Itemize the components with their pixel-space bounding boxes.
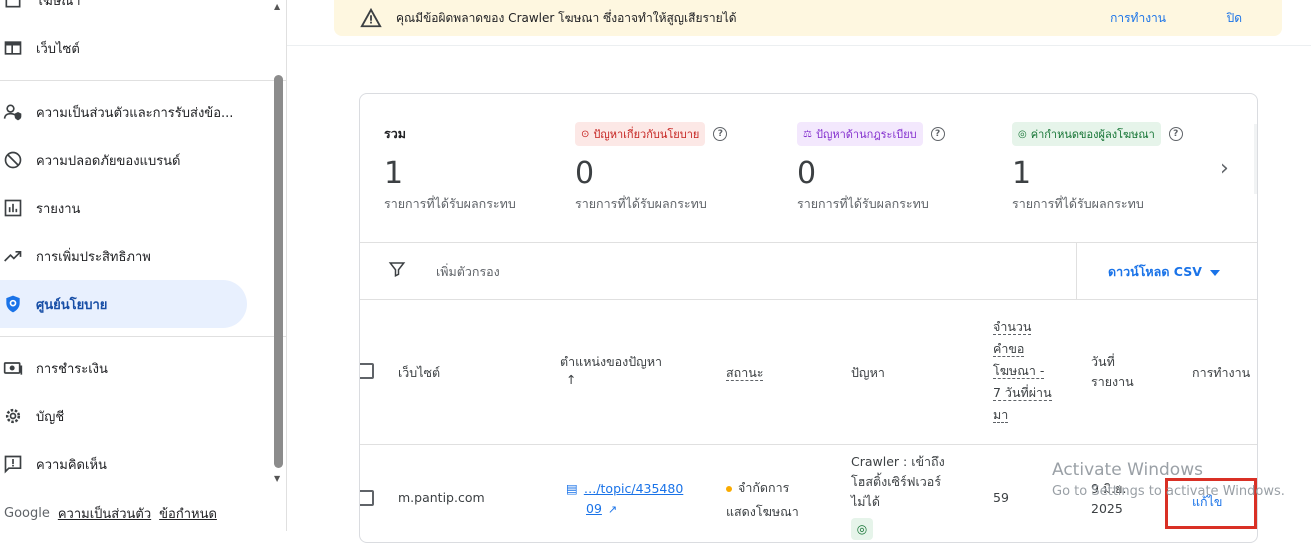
policy-chip: ⊙ ปัญหาเกี่ยวกับนโยบาย: [575, 122, 706, 146]
advertiser-chip: ◎ ค่ากำหนดของผู้ลงโฆษณา: [1012, 122, 1161, 146]
stat-value: 0: [575, 156, 595, 191]
terms-link[interactable]: ข้อกำหนด: [159, 503, 217, 524]
open-external-icon: ↗: [607, 503, 618, 516]
divider: [0, 80, 287, 81]
sidebar-item-brand-safety[interactable]: ความปลอดภัยของแบรนด์: [0, 136, 247, 184]
download-csv-button[interactable]: ดาวน์โหลด CSV: [1108, 262, 1220, 282]
sidebar-item-payments[interactable]: การชำระเงิน: [0, 344, 247, 392]
filter-icon[interactable]: [388, 260, 406, 278]
trending-icon: [2, 245, 24, 267]
scrollbar-thumb[interactable]: [274, 75, 283, 468]
target-icon: ◎: [1018, 128, 1027, 140]
stat-value: 0: [797, 156, 817, 191]
sidebar-item-optimization[interactable]: การเพิ่มประสิทธิภาพ: [0, 232, 247, 280]
banner-close-button[interactable]: ปิด: [1227, 9, 1242, 28]
cell-site: m.pantip.com: [398, 490, 485, 505]
column-header-issue[interactable]: ปัญหา: [851, 363, 885, 383]
select-all-checkbox[interactable]: [360, 363, 374, 379]
arrow-up-icon: ↑: [566, 372, 577, 387]
column-header-site[interactable]: เว็บไซต์: [398, 363, 440, 383]
cell-location[interactable]: ▤ …/topic/435480 09 ↗: [566, 479, 683, 520]
regulation-chip: ⚖ ปัญหาด้านกฎระเบียบ: [797, 122, 923, 146]
stat-label: รวม: [384, 126, 406, 141]
stat-value: 1: [384, 156, 404, 191]
sidebar-item-label: เว็บไซต์: [36, 41, 80, 57]
privacy-link[interactable]: ความเป็นส่วนตัว: [58, 503, 151, 524]
scroll-down-icon[interactable]: ▼: [274, 474, 280, 483]
sidebar-item-reports[interactable]: รายงาน: [0, 184, 247, 232]
divider: [360, 242, 1257, 243]
sidebar-item-label: ศูนย์นโยบาย: [36, 297, 108, 313]
windows-watermark: Activate Windows Go to Settings to activ…: [1052, 460, 1285, 499]
row-checkbox[interactable]: [360, 490, 374, 506]
help-icon[interactable]: ?: [1168, 127, 1183, 141]
cell-status: จำกัดการ แสดงโฆษณา: [726, 480, 799, 519]
ads-icon: [2, 0, 24, 11]
help-icon[interactable]: ?: [713, 127, 728, 141]
sidebar-item-label: ความเป็นส่วนตัวและการรับส่งข้อ...: [36, 105, 234, 121]
sidebar: โฆษณา เว็บไซต์ ความเป็นส่วนตัวและการรับส…: [0, 0, 287, 531]
sidebar-item-label: การชำระเงิน: [36, 361, 108, 377]
sidebar-footer: Google ความเป็นส่วนตัว ข้อกำหนด: [4, 503, 217, 524]
sidebar-item-label: บัญชี: [36, 409, 65, 425]
divider: [360, 444, 1257, 445]
payments-icon: [2, 357, 24, 379]
sidebar-item-feedback[interactable]: ความคิดเห็น: [0, 440, 247, 488]
sidebar-item-sites[interactable]: เว็บไซต์: [0, 24, 247, 72]
sidebar-item-label: ความคิดเห็น: [36, 457, 107, 473]
feedback-icon: [2, 453, 24, 475]
sidebar-item-label: การเพิ่มประสิทธิภาพ: [36, 249, 151, 265]
scroll-up-icon[interactable]: ▲: [274, 2, 280, 11]
sidebar-item-privacy[interactable]: ความเป็นส่วนตัวและการรับส่งข้อ...: [0, 88, 247, 136]
filter-input[interactable]: เพิ่มตัวกรอง: [436, 262, 500, 282]
sidebar-item-label: โฆษณา: [36, 0, 81, 9]
stat-value: 1: [1012, 156, 1032, 191]
stat-sub: รายการที่ได้รับผลกระทบ: [797, 196, 929, 211]
sidebar-item-label: รายงาน: [36, 201, 81, 217]
chevron-right-icon[interactable]: ›: [1220, 156, 1229, 181]
privacy-icon: [2, 101, 24, 123]
caret-down-icon: [1209, 269, 1220, 276]
divider: [1076, 242, 1077, 299]
stat-sub: รายการที่ได้รับผลกระทบ: [1012, 196, 1144, 211]
stat-sub: รายการที่ได้รับผลกระทบ: [384, 196, 516, 211]
policy-icon: ⊙: [581, 128, 590, 140]
gavel-icon: ⚖: [803, 128, 812, 140]
cell-issue: Crawler : เข้าถึง โฮสติ้งเซิร์ฟเวอร์ ไม่ได…: [851, 452, 945, 540]
sidebar-item-account[interactable]: บัญชี: [0, 392, 247, 440]
location-link: …/topic/435480: [583, 481, 684, 496]
column-header-location[interactable]: ตำแหน่งของปัญหา ↑: [560, 352, 662, 387]
banner-action-button[interactable]: การทำงาน: [1110, 9, 1166, 28]
divider: [1254, 124, 1257, 194]
google-logo-text: Google: [4, 506, 50, 521]
divider: [0, 336, 287, 337]
divider: [360, 299, 1257, 300]
warning-banner: คุณมีข้อผิดพลาดของ Crawler โฆษณา ซึ่งอาจ…: [334, 0, 1282, 36]
column-header-action: การทำงาน: [1192, 365, 1251, 380]
divider: [287, 45, 1311, 46]
sidebar-item-label: ความปลอดภัยของแบรนด์: [36, 153, 181, 169]
sidebar-item-ads[interactable]: โฆษณา: [0, 0, 247, 24]
bar-chart-icon: [2, 197, 24, 219]
warning-icon: [360, 7, 382, 28]
block-icon: [2, 149, 24, 171]
cell-requests: 59: [993, 490, 1009, 505]
shield-icon: [2, 293, 24, 315]
document-icon: ▤: [566, 481, 578, 496]
help-icon[interactable]: ?: [930, 127, 945, 141]
column-header-requests[interactable]: จำนวน คำขอ โฆษณา -7 วันที่ผ่าน มา: [993, 316, 1052, 426]
column-header-reported[interactable]: วันที่ รายงาน: [1091, 352, 1134, 392]
web-icon: [2, 37, 24, 59]
stat-sub: รายการที่ได้รับผลกระทบ: [575, 196, 707, 211]
column-header-status[interactable]: สถานะ: [726, 363, 764, 383]
banner-message: คุณมีข้อผิดพลาดของ Crawler โฆษณา ซึ่งอาจ…: [396, 10, 737, 25]
status-dot: [726, 485, 732, 492]
sidebar-item-policy-center[interactable]: ศูนย์นโยบาย: [0, 280, 247, 328]
settings-icon: [2, 405, 24, 427]
target-icon: ◎: [851, 518, 873, 540]
